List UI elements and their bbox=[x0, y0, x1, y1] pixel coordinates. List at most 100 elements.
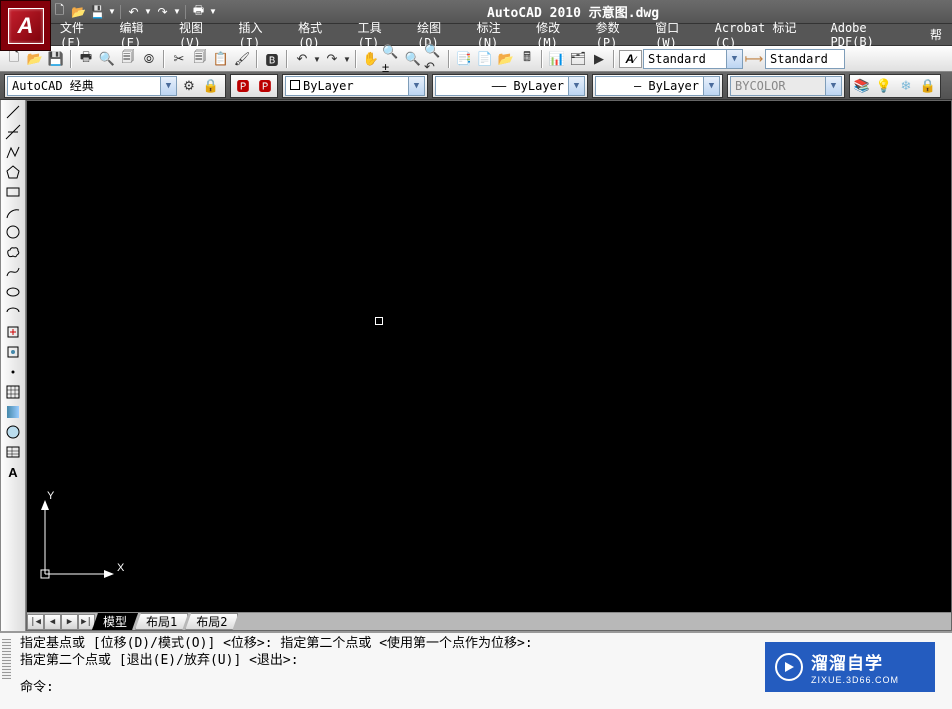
layer-on-icon[interactable]: 💡 bbox=[874, 76, 894, 96]
region-icon[interactable] bbox=[3, 422, 23, 442]
copy-icon[interactable]: 🗐 bbox=[190, 49, 210, 69]
ellipse-arc-icon[interactable] bbox=[3, 302, 23, 322]
qat-print-icon[interactable]: 🖶 bbox=[190, 3, 207, 20]
menu-insert[interactable]: 插入(I) bbox=[234, 24, 289, 45]
menu-pdf[interactable]: Adobe PDF(B) bbox=[826, 24, 920, 45]
undo-icon[interactable]: ↶ bbox=[292, 49, 312, 69]
plotstyle-combo[interactable]: BYCOLOR ▼ bbox=[730, 76, 842, 96]
xline-icon[interactable] bbox=[3, 122, 23, 142]
make-block-icon[interactable] bbox=[3, 342, 23, 362]
quickcalc-icon[interactable]: 🖩 bbox=[517, 49, 537, 69]
qat-save-dropdown-icon[interactable]: ▼ bbox=[108, 3, 116, 20]
dropdown-icon[interactable]: ▼ bbox=[343, 49, 351, 69]
menu-draw[interactable]: 绘图(D) bbox=[412, 24, 467, 45]
pan-icon[interactable]: ✋ bbox=[361, 49, 381, 69]
layer-value: ByLayer bbox=[286, 79, 408, 93]
separator bbox=[185, 5, 186, 19]
qat-redo-dropdown-icon[interactable]: ▼ bbox=[173, 3, 181, 20]
menu-view[interactable]: 视图(V) bbox=[174, 24, 229, 45]
dim-style-combo[interactable]: Standard bbox=[765, 49, 845, 69]
insert-block-icon[interactable] bbox=[3, 322, 23, 342]
menu-parametric[interactable]: 参数(P) bbox=[591, 24, 646, 45]
lineweight-combo[interactable]: — ByLayer ▼ bbox=[595, 76, 720, 96]
print-icon[interactable]: 🖶 bbox=[76, 49, 96, 69]
tab-model[interactable]: 模型 bbox=[92, 613, 138, 630]
tab-layout1[interactable]: 布局1 bbox=[135, 613, 188, 630]
designcenter-icon[interactable]: 📊 bbox=[547, 49, 567, 69]
menu-help[interactable]: 帮 bbox=[925, 24, 947, 45]
match-icon[interactable]: 🖌 bbox=[232, 49, 252, 69]
zoom-window-icon[interactable]: 🔍 bbox=[403, 49, 423, 69]
menu-file[interactable]: 文件(F) bbox=[55, 24, 110, 45]
polygon-icon[interactable] bbox=[3, 162, 23, 182]
paste-icon[interactable]: 📋 bbox=[211, 49, 231, 69]
publish-icon[interactable]: 🗐 bbox=[118, 49, 138, 69]
line-icon[interactable] bbox=[3, 102, 23, 122]
block-icon[interactable]: 🅱 bbox=[262, 49, 282, 69]
tab-nav-prev[interactable]: ◀ bbox=[44, 614, 61, 630]
qat-undo-dropdown-icon[interactable]: ▼ bbox=[144, 3, 152, 20]
table-icon[interactable] bbox=[3, 442, 23, 462]
layer-freeze-icon[interactable]: ❄ bbox=[896, 76, 916, 96]
menu-edit[interactable]: 编辑(E) bbox=[115, 24, 170, 45]
preview-icon[interactable]: 🔍 bbox=[97, 49, 117, 69]
markup-icon[interactable]: 📂 bbox=[496, 49, 516, 69]
menu-window[interactable]: 窗口(W) bbox=[650, 24, 705, 45]
tab-nav-first[interactable]: |◀ bbox=[27, 614, 44, 630]
watermark-brand: 溜溜自学 bbox=[811, 649, 899, 674]
new-icon[interactable]: 🗋 bbox=[4, 49, 24, 69]
zoom-realtime-icon[interactable]: 🔍± bbox=[382, 49, 402, 69]
command-icon[interactable]: ▶ bbox=[589, 49, 609, 69]
tab-layout2[interactable]: 布局2 bbox=[185, 613, 238, 630]
arc-icon[interactable] bbox=[3, 202, 23, 222]
grip-icon[interactable] bbox=[2, 639, 11, 679]
tab-nav-last[interactable]: ▶| bbox=[78, 614, 95, 630]
dropdown-icon[interactable]: ▼ bbox=[313, 49, 321, 69]
menu-dimension[interactable]: 标注(N) bbox=[472, 24, 527, 45]
open-icon[interactable]: 📂 bbox=[25, 49, 45, 69]
text-style-a-icon[interactable]: A∕ bbox=[619, 50, 642, 68]
toolpalette-icon[interactable]: 🗂 bbox=[568, 49, 588, 69]
workspace-combo[interactable]: AutoCAD 经典 ▼ bbox=[7, 76, 177, 96]
linetype-combo[interactable]: —— ByLayer ▼ bbox=[435, 76, 585, 96]
zoom-previous-icon[interactable]: 🔍↶ bbox=[424, 49, 444, 69]
revcloud-icon[interactable] bbox=[3, 242, 23, 262]
drawing-canvas[interactable]: Y X bbox=[27, 101, 951, 612]
qat-redo-icon[interactable]: ↷ bbox=[154, 3, 171, 20]
qat-open-icon[interactable]: 📂 bbox=[70, 3, 87, 20]
menu-modify[interactable]: 修改(M) bbox=[531, 24, 586, 45]
text-style-combo[interactable]: Standard ▼ bbox=[643, 49, 743, 69]
rectangle-icon[interactable] bbox=[3, 182, 23, 202]
point-icon[interactable] bbox=[3, 362, 23, 382]
sheetset-icon[interactable]: 📄 bbox=[475, 49, 495, 69]
workspace-lock-icon[interactable]: 🔒 bbox=[201, 76, 221, 96]
polyline-icon[interactable] bbox=[3, 142, 23, 162]
menu-acrobat[interactable]: Acrobat 标记(C) bbox=[710, 24, 821, 45]
layer-combo[interactable]: ByLayer ▼ bbox=[285, 76, 425, 96]
save-icon[interactable]: 💾 bbox=[46, 49, 66, 69]
qat-new-icon[interactable]: 🗋 bbox=[51, 3, 68, 20]
workspace-settings-icon[interactable]: ⚙ bbox=[179, 76, 199, 96]
menu-tools[interactable]: 工具(T) bbox=[353, 24, 408, 45]
application-menu-button[interactable]: A bbox=[0, 0, 51, 51]
pdf-export2-icon[interactable]: 🅿 bbox=[255, 76, 275, 96]
qat-save-icon[interactable]: 💾 bbox=[89, 3, 106, 20]
cut-icon[interactable]: ✂ bbox=[169, 49, 189, 69]
redo-icon[interactable]: ↷ bbox=[322, 49, 342, 69]
mtext-icon[interactable]: A bbox=[3, 462, 23, 482]
tab-nav-next[interactable]: ▶ bbox=[61, 614, 78, 630]
layer-lock-icon[interactable]: 🔒 bbox=[918, 76, 938, 96]
layer-manager-icon[interactable]: 📚 bbox=[852, 76, 872, 96]
pdf-export-icon[interactable]: 🅿 bbox=[233, 76, 253, 96]
menu-format[interactable]: 格式(O) bbox=[293, 24, 348, 45]
ellipse-icon[interactable] bbox=[3, 282, 23, 302]
qat-print-dropdown-icon[interactable]: ▼ bbox=[209, 3, 217, 20]
properties-icon[interactable]: 📑 bbox=[454, 49, 474, 69]
dim-style-icon[interactable]: ⟼ bbox=[744, 49, 764, 69]
gradient-icon[interactable] bbox=[3, 402, 23, 422]
qat-undo-icon[interactable]: ↶ bbox=[125, 3, 142, 20]
circle-icon[interactable] bbox=[3, 222, 23, 242]
hatch-icon[interactable] bbox=[3, 382, 23, 402]
spline-icon[interactable] bbox=[3, 262, 23, 282]
3dprint-icon[interactable]: ⦾ bbox=[139, 49, 159, 69]
